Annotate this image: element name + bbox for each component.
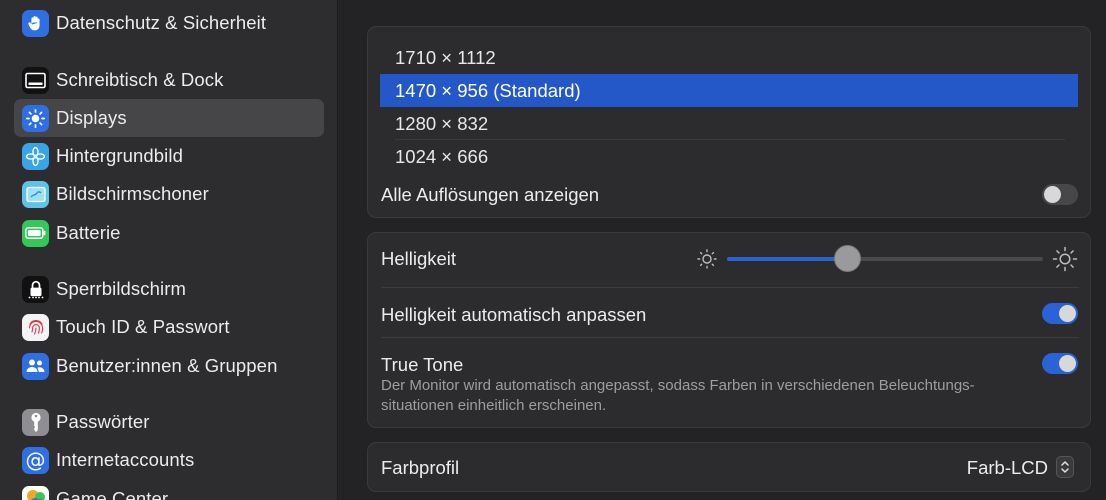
- sidebar-item-game-center[interactable]: Game Center: [14, 480, 324, 500]
- sidebar-item-label: Batterie: [56, 222, 121, 243]
- toggle-knob: [1059, 355, 1076, 372]
- chevron-updown-icon: [1061, 461, 1069, 473]
- lock-icon: [22, 275, 49, 303]
- color-profile-stepper[interactable]: [1056, 456, 1074, 478]
- brightness-slider[interactable]: [727, 245, 1043, 272]
- resolution-option-selected[interactable]: 1470 × 956 (Standard): [380, 74, 1078, 107]
- sidebar-item-battery[interactable]: Batterie: [14, 214, 324, 252]
- brightness-slider-fill: [727, 257, 848, 261]
- key-icon: [22, 408, 49, 436]
- toggle-knob: [1059, 305, 1076, 322]
- sidebar-item-label: Displays: [56, 107, 127, 128]
- sidebar-item-label: Schreibtisch & Dock: [56, 69, 224, 90]
- sidebar-item-passwords[interactable]: Passwörter: [14, 403, 324, 441]
- auto-brightness-label: Helligkeit automatisch anpassen: [381, 304, 647, 325]
- resolution-option[interactable]: 1024 × 666: [380, 140, 1078, 173]
- sidebar-item-label: Benutzer:innen & Gruppen: [56, 355, 278, 376]
- main-content: 1710 × 1112 1470 × 956 (Standard) 1280 ×…: [339, 0, 1106, 500]
- true-tone-description: Der Monitor wird automatisch angepasst, …: [381, 377, 975, 414]
- dock-icon: [22, 66, 49, 94]
- sidebar-item-lock-screen[interactable]: Sperrbildschirm: [14, 270, 324, 308]
- sidebar-item-wallpaper[interactable]: Hintergrundbild: [14, 137, 324, 175]
- sidebar-item-label: Touch ID & Passwort: [56, 316, 230, 337]
- battery-icon: [22, 219, 49, 247]
- resolution-option[interactable]: 1710 × 1112: [380, 41, 1078, 74]
- color-profile-label: Farbprofil: [381, 457, 460, 478]
- sidebar-item-label: Game Center: [56, 488, 169, 500]
- brightness-slider-knob[interactable]: [834, 245, 862, 272]
- sun-small-icon: [696, 248, 718, 275]
- divider: [381, 287, 1079, 288]
- sidebar: Datenschutz & Sicherheit Schreibtisch & …: [0, 0, 338, 500]
- sidebar-item-label: Bildschirmschoner: [56, 183, 209, 204]
- auto-brightness-toggle[interactable]: [1042, 303, 1078, 324]
- sidebar-item-internet-accounts[interactable]: @ Internetaccounts: [14, 441, 324, 479]
- show-all-resolutions-label: Alle Auflösungen anzeigen: [381, 184, 600, 205]
- sidebar-item-touch-id[interactable]: Touch ID & Passwort: [14, 308, 324, 346]
- sidebar-item-label: Hintergrundbild: [56, 145, 183, 166]
- sun-icon: [22, 104, 49, 132]
- at-glyph: @: [25, 448, 46, 472]
- sidebar-item-desktop-dock[interactable]: Schreibtisch & Dock: [14, 61, 324, 99]
- toggle-knob: [1044, 186, 1061, 203]
- divider: [381, 337, 1079, 338]
- sun-large-icon: [1052, 246, 1078, 277]
- color-profile-value[interactable]: Farb-LCD: [967, 457, 1048, 479]
- true-tone-toggle[interactable]: [1042, 353, 1078, 374]
- game-center-icon: [22, 485, 49, 500]
- sidebar-item-label: Passwörter: [56, 411, 150, 432]
- true-tone-label: True Tone: [381, 354, 464, 375]
- sidebar-item-users-groups[interactable]: Benutzer:innen & Gruppen: [14, 347, 324, 385]
- sidebar-item-displays[interactable]: Displays: [14, 99, 324, 137]
- sidebar-item-screensaver[interactable]: Bildschirmschoner: [14, 175, 324, 213]
- sidebar-item-label: Internetaccounts: [56, 449, 195, 470]
- fingerprint-icon: [22, 313, 49, 341]
- brightness-label: Helligkeit: [381, 248, 457, 269]
- brightness-card: Helligkeit Helligkeit automatisch anpass…: [367, 232, 1091, 428]
- hand-icon: [22, 9, 49, 37]
- sidebar-item-label: Sperrbildschirm: [56, 278, 187, 299]
- resolution-option[interactable]: 1280 × 832: [380, 107, 1078, 140]
- sidebar-item-privacy[interactable]: Datenschutz & Sicherheit: [14, 4, 324, 42]
- show-all-resolutions-toggle[interactable]: [1042, 184, 1078, 205]
- flower-icon: [22, 142, 49, 170]
- at-icon: @: [22, 446, 49, 474]
- users-icon: [22, 352, 49, 380]
- screensaver-icon: [22, 180, 49, 208]
- sidebar-item-label: Datenschutz & Sicherheit: [56, 12, 267, 33]
- color-profile-card: Farbprofil Farb-LCD: [367, 442, 1091, 492]
- resolution-card: 1710 × 1112 1470 × 956 (Standard) 1280 ×…: [367, 26, 1091, 218]
